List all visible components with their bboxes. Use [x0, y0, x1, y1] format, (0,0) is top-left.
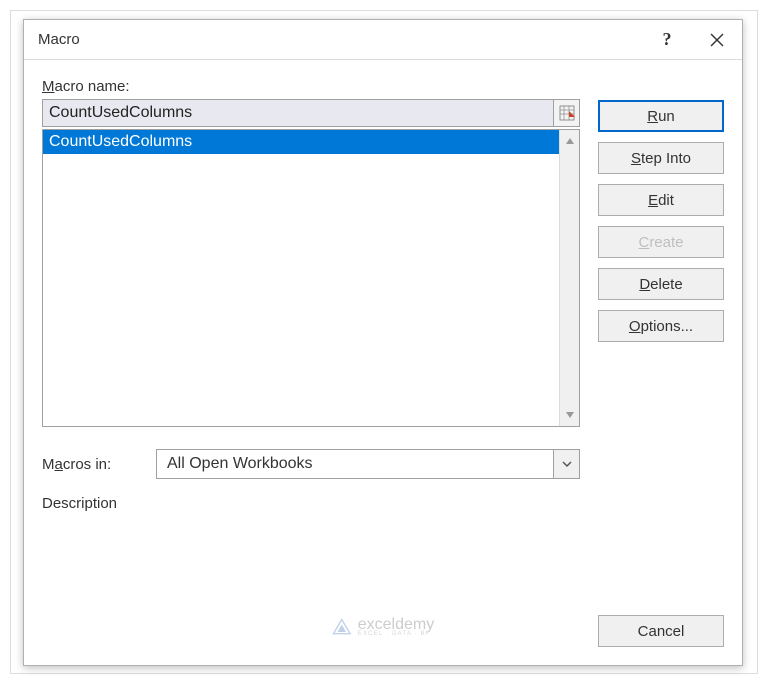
close-icon	[710, 33, 724, 47]
create-button: Create	[598, 226, 724, 258]
close-button[interactable]	[692, 20, 742, 60]
options-button[interactable]: Options...	[598, 310, 724, 342]
macro-list: CountUsedColumns	[42, 129, 580, 427]
run-button[interactable]: Run	[598, 100, 724, 132]
titlebar: Macro ?	[24, 20, 742, 60]
macros-in-value: All Open Workbooks	[157, 455, 553, 473]
delete-button[interactable]: Delete	[598, 268, 724, 300]
macros-in-row: Macros in: All Open Workbooks	[42, 449, 580, 479]
right-column: Run Step Into Edit Create Delete Options…	[598, 78, 724, 651]
scroll-down-icon	[565, 408, 575, 422]
cancel-row: Cancel	[598, 615, 724, 647]
dialog-title: Macro	[38, 31, 642, 48]
macros-in-select[interactable]: All Open Workbooks	[156, 449, 580, 479]
table-ref-icon	[559, 105, 575, 121]
macro-dialog: Macro ? Macro name:	[23, 19, 743, 666]
list-scrollbar[interactable]	[559, 130, 579, 426]
edit-button[interactable]: Edit	[598, 184, 724, 216]
step-into-button[interactable]: Step Into	[598, 142, 724, 174]
macro-listbox[interactable]: CountUsedColumns	[43, 130, 559, 426]
dialog-body: Macro name:	[24, 60, 742, 665]
ref-edit-button[interactable]	[554, 99, 580, 127]
cancel-button[interactable]: Cancel	[598, 615, 724, 647]
left-column: Macro name:	[42, 78, 580, 651]
help-button[interactable]: ?	[642, 20, 692, 60]
macro-name-row	[42, 99, 580, 127]
list-item-label: CountUsedColumns	[49, 133, 192, 151]
macro-name-input[interactable]	[42, 99, 554, 127]
description-label: Description	[42, 495, 580, 512]
chevron-down-icon	[561, 460, 573, 468]
macros-in-label: Macros in:	[42, 456, 142, 473]
list-item[interactable]: CountUsedColumns	[43, 130, 559, 154]
select-dropdown-button[interactable]	[553, 450, 579, 478]
macro-name-label: Macro name:	[42, 78, 580, 95]
scroll-up-icon	[565, 134, 575, 148]
